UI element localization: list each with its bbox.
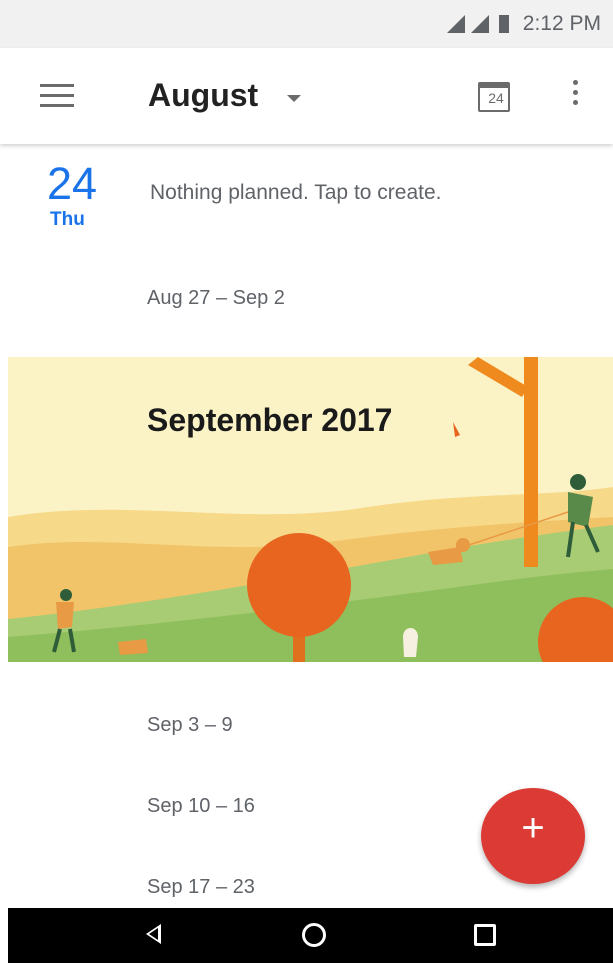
more-vert-icon[interactable]: [560, 80, 590, 114]
week-row: Sep 3 – 9: [147, 714, 233, 736]
week-row: Sep 17 – 23: [147, 876, 255, 898]
plus-icon: +: [521, 806, 545, 850]
calendar-today-icon[interactable]: 24: [478, 78, 514, 114]
today-day-number: 24: [47, 158, 98, 209]
recents-square-icon[interactable]: [474, 924, 496, 946]
week-row: Aug 27 – Sep 2: [147, 287, 285, 309]
status-bar: 2:12 PM: [0, 0, 613, 48]
caret-down-icon[interactable]: [287, 95, 301, 102]
week-row: Sep 10 – 16: [147, 795, 255, 817]
battery-icon: [498, 15, 509, 33]
create-event-fab[interactable]: +: [481, 788, 585, 884]
hamburger-menu-icon[interactable]: [40, 84, 74, 108]
wifi-icon: [470, 15, 489, 33]
status-time: 2:12 PM: [522, 12, 601, 35]
today-day-name: Thu: [50, 209, 85, 230]
month-banner: September 2017: [8, 357, 613, 662]
status-icons: 2:12 PM: [446, 12, 601, 36]
today-icon-number: 24: [488, 90, 504, 106]
month-title[interactable]: August: [148, 77, 258, 114]
system-nav-bar: [8, 908, 613, 963]
home-circle-icon[interactable]: [302, 923, 326, 947]
back-triangle-icon[interactable]: [146, 924, 161, 944]
app-bar: August 24: [0, 48, 613, 144]
signal-icon: [446, 15, 465, 33]
nothing-planned-message[interactable]: Nothing planned. Tap to create.: [150, 181, 442, 205]
month-banner-title: September 2017: [147, 402, 393, 438]
